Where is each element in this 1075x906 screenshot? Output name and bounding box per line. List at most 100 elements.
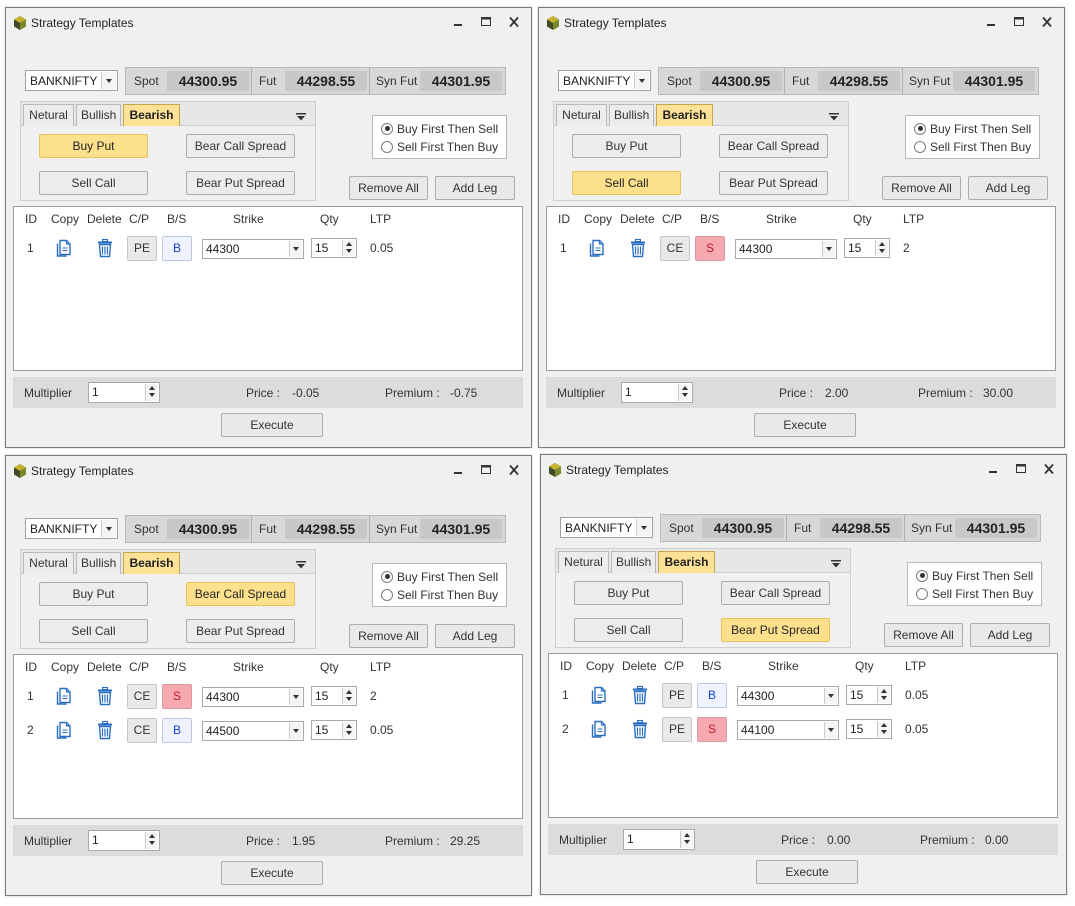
bear-call-spread-button[interactable]: Bear Call Spread	[186, 582, 295, 606]
spinner-icon[interactable]	[678, 384, 691, 401]
tab-menu-icon[interactable]	[296, 558, 306, 569]
multiplier-stepper[interactable]: 1	[88, 830, 160, 851]
symbol-dropdown[interactable]: BANKNIFTY	[25, 70, 118, 91]
buy-put-button[interactable]: Buy Put	[572, 134, 681, 158]
chevron-down-icon[interactable]	[822, 241, 835, 257]
maximize-icon[interactable]	[479, 16, 493, 28]
close-icon[interactable]	[507, 16, 521, 28]
spinner-icon[interactable]	[877, 721, 890, 737]
copy-icon[interactable]	[588, 238, 606, 258]
trash-icon[interactable]	[96, 720, 114, 740]
trash-icon[interactable]	[629, 238, 647, 258]
spinner-icon[interactable]	[342, 722, 355, 738]
copy-icon[interactable]	[590, 719, 608, 739]
qty-stepper[interactable]: 15	[311, 686, 357, 706]
radio-buy-first[interactable]: Buy First Then Sell	[381, 569, 498, 585]
radio-sell-first[interactable]: Sell First Then Buy	[916, 586, 1033, 602]
remove-all-button[interactable]: Remove All	[882, 176, 961, 200]
radio-icon[interactable]	[916, 587, 928, 600]
chevron-down-icon[interactable]	[289, 241, 302, 257]
chevron-down-icon[interactable]	[289, 689, 302, 705]
execute-button[interactable]: Execute	[756, 860, 858, 884]
bs-toggle[interactable]: S	[162, 684, 192, 709]
symbol-dropdown[interactable]: BANKNIFTY	[558, 70, 651, 91]
radio-icon[interactable]	[381, 570, 393, 583]
spinner-icon[interactable]	[875, 240, 888, 256]
tab-bullish[interactable]: Bullish	[609, 104, 654, 126]
cp-toggle[interactable]: PE	[127, 236, 157, 261]
chevron-down-icon[interactable]	[634, 72, 649, 89]
multiplier-stepper[interactable]: 1	[88, 382, 160, 403]
strike-dropdown[interactable]: 44300	[202, 687, 304, 707]
trash-icon[interactable]	[96, 238, 114, 258]
radio-buy-first[interactable]: Buy First Then Sell	[914, 121, 1031, 137]
radio-icon[interactable]	[381, 122, 393, 135]
bear-put-spread-button[interactable]: Bear Put Spread	[186, 619, 295, 643]
copy-icon[interactable]	[590, 685, 608, 705]
minimize-icon[interactable]	[984, 16, 998, 28]
sell-call-button[interactable]: Sell Call	[39, 171, 148, 195]
minimize-icon[interactable]	[451, 464, 465, 476]
tab-menu-icon[interactable]	[296, 110, 306, 121]
strike-dropdown[interactable]: 44300	[737, 686, 839, 706]
bear-call-spread-button[interactable]: Bear Call Spread	[721, 581, 830, 605]
strike-dropdown[interactable]: 44500	[202, 721, 304, 741]
cp-toggle[interactable]: CE	[660, 236, 690, 261]
radio-icon[interactable]	[914, 140, 926, 153]
tab-menu-icon[interactable]	[831, 557, 841, 568]
add-leg-button[interactable]: Add Leg	[435, 176, 515, 200]
copy-icon[interactable]	[55, 686, 73, 706]
tab-bearish[interactable]: Bearish	[656, 104, 713, 126]
radio-buy-first[interactable]: Buy First Then Sell	[916, 568, 1033, 584]
tab-bullish[interactable]: Bullish	[76, 552, 121, 574]
maximize-icon[interactable]	[479, 464, 493, 476]
spinner-icon[interactable]	[145, 832, 158, 849]
spinner-icon[interactable]	[680, 831, 693, 848]
multiplier-stepper[interactable]: 1	[621, 382, 693, 403]
radio-icon[interactable]	[381, 140, 393, 153]
tab-netural[interactable]: Netural	[556, 104, 607, 126]
radio-icon[interactable]	[914, 122, 926, 135]
copy-icon[interactable]	[55, 238, 73, 258]
qty-stepper[interactable]: 15	[311, 238, 357, 258]
maximize-icon[interactable]	[1012, 16, 1026, 28]
tab-bearish[interactable]: Bearish	[123, 552, 180, 574]
bs-toggle[interactable]: S	[695, 236, 725, 261]
sell-call-button[interactable]: Sell Call	[574, 618, 683, 642]
symbol-dropdown[interactable]: BANKNIFTY	[560, 517, 653, 538]
strike-dropdown[interactable]: 44300	[735, 239, 837, 259]
bear-call-spread-button[interactable]: Bear Call Spread	[719, 134, 828, 158]
trash-icon[interactable]	[631, 719, 649, 739]
minimize-icon[interactable]	[451, 16, 465, 28]
qty-stepper[interactable]: 15	[311, 720, 357, 740]
radio-buy-first[interactable]: Buy First Then Sell	[381, 121, 498, 137]
buy-put-button[interactable]: Buy Put	[574, 581, 683, 605]
tab-netural[interactable]: Netural	[23, 104, 74, 126]
minimize-icon[interactable]	[986, 463, 1000, 475]
radio-sell-first[interactable]: Sell First Then Buy	[914, 139, 1031, 155]
spinner-icon[interactable]	[342, 240, 355, 256]
cp-toggle[interactable]: PE	[662, 683, 692, 708]
qty-stepper[interactable]: 15	[844, 238, 890, 258]
qty-stepper[interactable]: 15	[846, 719, 892, 739]
radio-sell-first[interactable]: Sell First Then Buy	[381, 587, 498, 603]
remove-all-button[interactable]: Remove All	[884, 623, 963, 647]
tab-bullish[interactable]: Bullish	[611, 551, 656, 573]
bs-toggle[interactable]: B	[697, 683, 727, 708]
cp-toggle[interactable]: PE	[662, 717, 692, 742]
chevron-down-icon[interactable]	[101, 520, 116, 537]
add-leg-button[interactable]: Add Leg	[968, 176, 1048, 200]
tab-netural[interactable]: Netural	[23, 552, 74, 574]
trash-icon[interactable]	[96, 686, 114, 706]
bs-toggle[interactable]: S	[697, 717, 727, 742]
cp-toggle[interactable]: CE	[127, 684, 157, 709]
close-icon[interactable]	[1042, 463, 1056, 475]
qty-stepper[interactable]: 15	[846, 685, 892, 705]
sell-call-button[interactable]: Sell Call	[572, 171, 681, 195]
remove-all-button[interactable]: Remove All	[349, 624, 428, 648]
tab-bearish[interactable]: Bearish	[658, 551, 715, 573]
close-icon[interactable]	[1040, 16, 1054, 28]
add-leg-button[interactable]: Add Leg	[435, 624, 515, 648]
bear-call-spread-button[interactable]: Bear Call Spread	[186, 134, 295, 158]
radio-sell-first[interactable]: Sell First Then Buy	[381, 139, 498, 155]
